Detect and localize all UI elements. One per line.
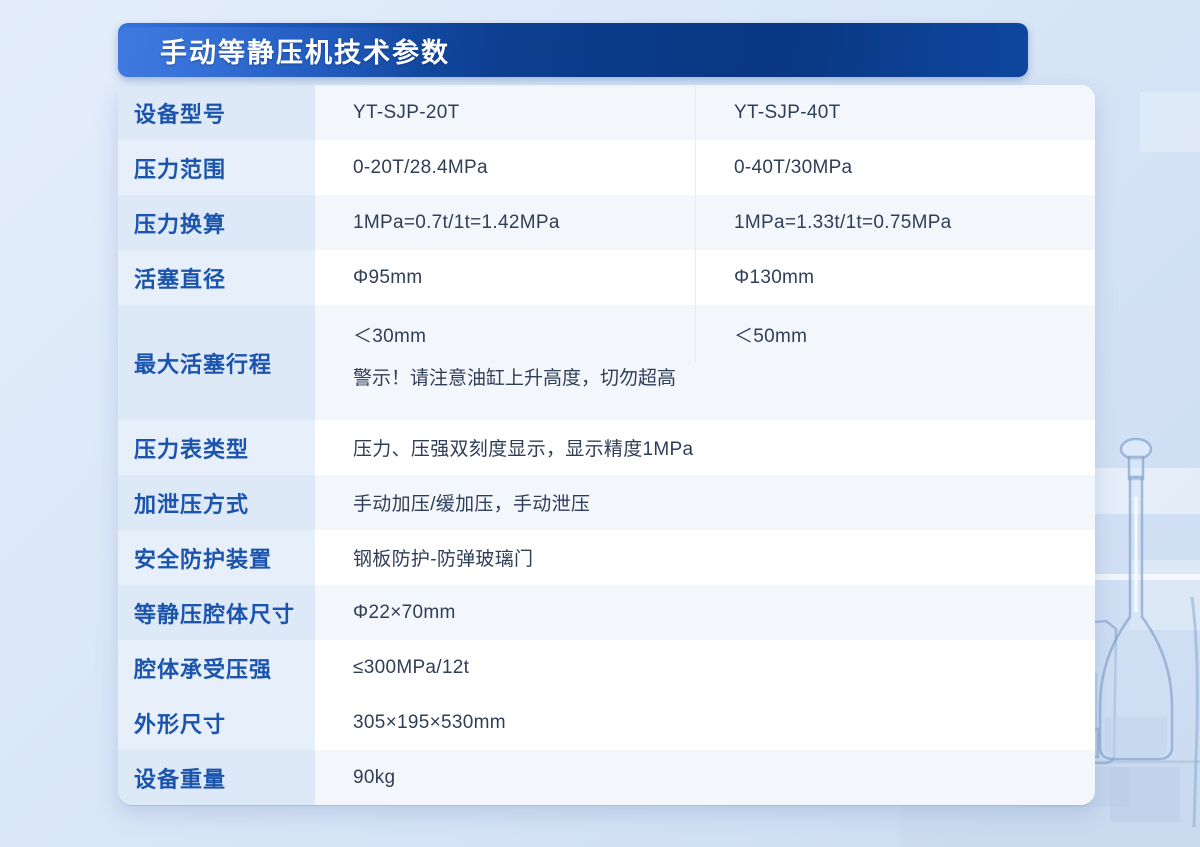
row-value-model-20t: ＜30mm (315, 305, 695, 363)
row-value: 压力、压强双刻度显示，显示精度1MPa (315, 420, 1095, 475)
table-row: 设备型号 YT-SJP-20T YT-SJP-40T (118, 85, 1095, 140)
table-row: 压力范围 0-20T/28.4MPa 0-40T/30MPa (118, 140, 1095, 195)
row-value-model-40t: 0-40T/30MPa (695, 140, 1095, 195)
row-value-model-20t: 0-20T/28.4MPa (315, 140, 695, 195)
page-title: 手动等静压机技术参数 (160, 37, 450, 68)
row-label: 安全防护装置 (118, 530, 315, 585)
row-label: 等静压腔体尺寸 (118, 585, 315, 640)
table-row: 安全防护装置 钢板防护-防弹玻璃门 (118, 530, 1095, 585)
row-value-model-40t: Φ130mm (695, 250, 1095, 305)
row-value-model-40t: ＜50mm (695, 305, 1095, 363)
table-row: 最大活塞行程 ＜30mm ＜50mm 警示！请注意油缸上升高度，切勿超高 (118, 305, 1095, 420)
row-label: 设备重量 (118, 750, 315, 805)
row-value-model-40t: YT-SJP-40T (695, 85, 1095, 140)
row-label: 压力换算 (118, 195, 315, 250)
row-label: 活塞直径 (118, 250, 315, 305)
row-label: 压力范围 (118, 140, 315, 195)
table-row: 压力表类型 压力、压强双刻度显示，显示精度1MPa (118, 420, 1095, 475)
row-label: 设备型号 (118, 85, 315, 140)
background-highlight-band (1140, 92, 1200, 152)
row-value-model-20t: 1MPa=0.7t/1t=1.42MPa (315, 195, 695, 250)
section-header: 手动等静压机技术参数 (118, 23, 1028, 77)
row-value: 钢板防护-防弹玻璃门 (315, 530, 1095, 585)
table-row: 加泄压方式 手动加压/缓加压，手动泄压 (118, 475, 1095, 530)
row-label: 最大活塞行程 (118, 305, 315, 420)
table-row: 设备重量 90kg (118, 750, 1095, 805)
table-row: 腔体承受压强 ≤300MPa/12t (118, 640, 1095, 695)
row-label: 外形尺寸 (118, 695, 315, 750)
spec-table-rows: 设备型号 YT-SJP-20T YT-SJP-40T 压力范围 0-20T/28.4MP… (118, 85, 1095, 805)
table-row: 外形尺寸 305×195×530mm (118, 695, 1095, 750)
row-value: ≤300MPa/12t (315, 640, 1095, 695)
row-value: 90kg (315, 750, 1095, 805)
row-value-model-20t: Φ95mm (315, 250, 695, 305)
row-value-model-40t: 1MPa=1.33t/1t=0.75MPa (695, 195, 1095, 250)
table-row: 等静压腔体尺寸 Φ22×70mm (118, 585, 1095, 640)
row-value-model-20t: YT-SJP-20T (315, 85, 695, 140)
row-value: Φ22×70mm (315, 585, 1095, 640)
row-label: 压力表类型 (118, 420, 315, 475)
row-value: 305×195×530mm (315, 695, 1095, 750)
table-row: 活塞直径 Φ95mm Φ130mm (118, 250, 1095, 305)
row-warning-note: 警示！请注意油缸上升高度，切勿超高 (315, 363, 1095, 420)
spec-table-card: 设备型号 YT-SJP-20T YT-SJP-40T 压力范围 0-20T/28.4MP… (118, 85, 1095, 805)
table-row: 压力换算 1MPa=0.7t/1t=1.42MPa 1MPa=1.33t/1t=0.… (118, 195, 1095, 250)
row-value: 手动加压/缓加压，手动泄压 (315, 475, 1095, 530)
row-label: 腔体承受压强 (118, 640, 315, 695)
row-label: 加泄压方式 (118, 475, 315, 530)
